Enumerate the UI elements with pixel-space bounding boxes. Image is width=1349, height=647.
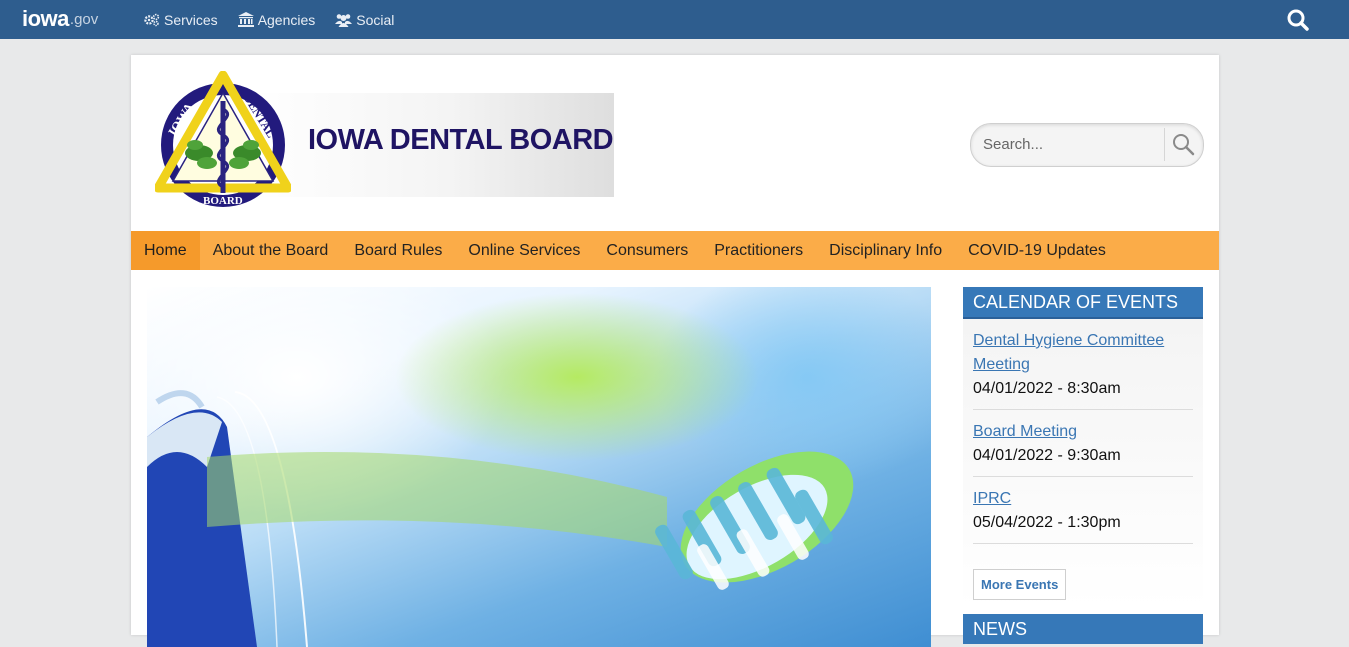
event-date: 04/01/2022 - 9:30am — [973, 447, 1121, 464]
search-input[interactable] — [983, 134, 1158, 154]
toothbrush-illustration — [147, 390, 854, 647]
nav-consumers[interactable]: Consumers — [593, 231, 701, 270]
dental-board-seal-icon: IOWA DENTAL BOARD — [155, 71, 291, 207]
nav-online-services[interactable]: Online Services — [455, 231, 593, 270]
nav-covid-19-updates[interactable]: COVID-19 Updates — [955, 231, 1119, 270]
news-heading: NEWS — [963, 614, 1203, 644]
top-bar: iowa .gov Services Agencies Social — [0, 0, 1349, 39]
main-card: IOWA DENTAL BOARD IOWA DENTAL BOARD Home… — [131, 55, 1219, 647]
building-icon — [237, 12, 254, 27]
search-icon — [1287, 9, 1309, 31]
calendar-sidebar: CALENDAR OF EVENTS Dental Hygiene Commit… — [963, 287, 1203, 644]
search-divider — [1164, 128, 1165, 161]
event-link-board-meeting[interactable]: Board Meeting — [973, 423, 1077, 440]
hero-image — [147, 287, 931, 647]
top-nav: Services Agencies Social — [144, 0, 394, 39]
nav-practitioners[interactable]: Practitioners — [701, 231, 816, 270]
iowa-logo-text: iowa — [22, 6, 69, 31]
event-date: 04/01/2022 - 8:30am — [973, 380, 1121, 397]
calendar-heading: CALENDAR OF EVENTS — [963, 287, 1203, 319]
iowa-gov-logo[interactable]: iowa .gov — [22, 5, 98, 33]
event-link-dental-hygiene-committee-meeting[interactable]: Dental Hygiene Committee Meeting — [973, 332, 1164, 373]
event-item: IPRC 05/04/2022 - 1:30pm — [973, 477, 1193, 544]
search-submit-icon[interactable] — [1171, 132, 1195, 156]
nav-home[interactable]: Home — [131, 231, 200, 270]
calendar-list: Dental Hygiene Committee Meeting 04/01/2… — [963, 319, 1203, 608]
event-item: Board Meeting 04/01/2022 - 9:30am — [973, 410, 1193, 477]
seal-text-bottom: BOARD — [203, 195, 243, 207]
event-date: 05/04/2022 - 1:30pm — [973, 514, 1121, 531]
top-nav-social-label: Social — [356, 11, 395, 28]
main-nav: Home About the Board Board Rules Online … — [131, 231, 1219, 270]
event-item: Dental Hygiene Committee Meeting 04/01/2… — [973, 319, 1193, 410]
top-nav-services-label: Services — [164, 11, 218, 28]
top-search-button[interactable] — [1286, 8, 1310, 32]
top-nav-agencies[interactable]: Agencies — [237, 11, 316, 28]
top-nav-services[interactable]: Services — [144, 12, 218, 28]
more-events-button[interactable]: More Events — [973, 569, 1067, 600]
nav-board-rules[interactable]: Board Rules — [341, 231, 455, 270]
gov-logo-text: .gov — [69, 10, 99, 28]
gears-icon — [144, 13, 160, 26]
users-icon — [335, 13, 353, 27]
site-search — [970, 123, 1204, 167]
event-link-iprc[interactable]: IPRC — [973, 490, 1011, 507]
site-title: IOWA DENTAL BOARD — [308, 124, 614, 156]
nav-about-the-board[interactable]: About the Board — [200, 231, 342, 270]
site-banner[interactable]: IOWA DENTAL BOARD IOWA DENTAL BOARD — [152, 71, 614, 207]
top-nav-social[interactable]: Social — [335, 12, 394, 28]
nav-disciplinary-info[interactable]: Disciplinary Info — [816, 231, 955, 270]
top-nav-agencies-label: Agencies — [257, 11, 316, 28]
